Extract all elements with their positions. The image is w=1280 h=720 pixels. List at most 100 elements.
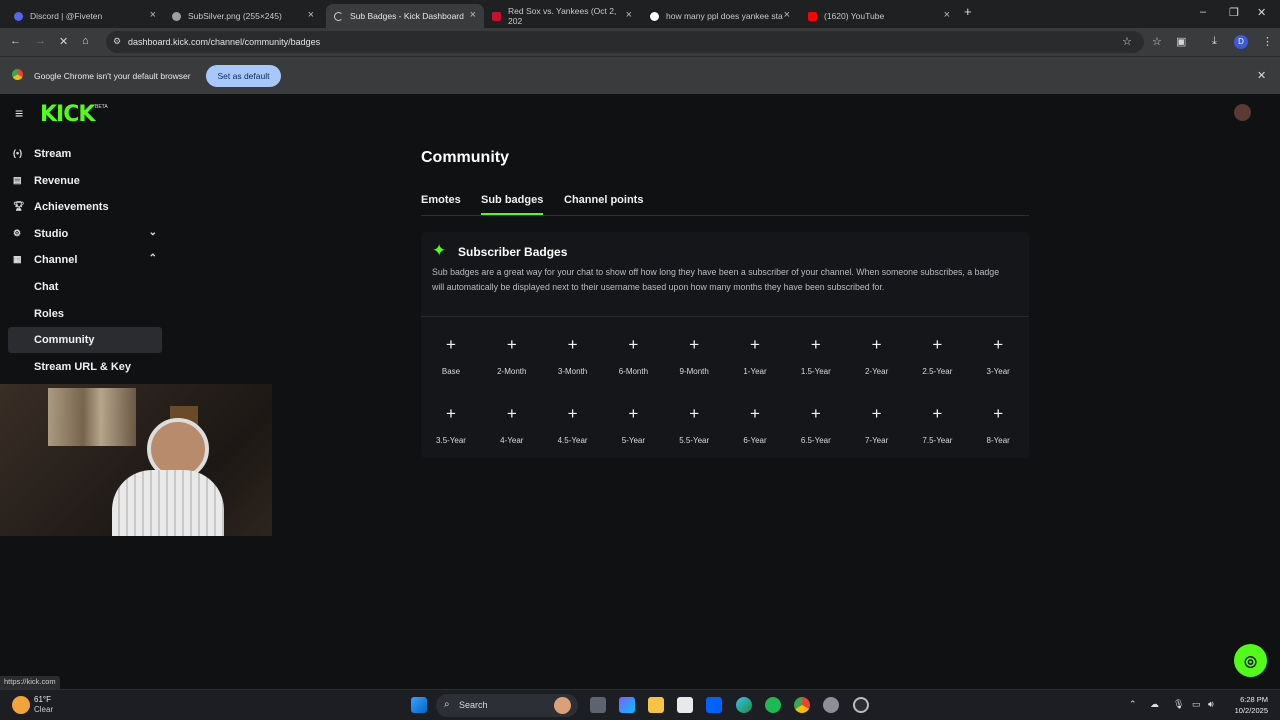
monitor-icon[interactable]: ▭ xyxy=(1192,699,1201,710)
onedrive-icon[interactable]: ☁ xyxy=(1150,699,1159,710)
close-window-icon[interactable]: ✕ xyxy=(1257,6,1266,19)
tab-title: Red Sox vs. Yankees (Oct 2, 202 xyxy=(508,6,617,26)
menu-dots-icon[interactable]: ⋮ xyxy=(1262,35,1273,48)
sidebar-item-stream-url-key[interactable]: Stream URL & Key xyxy=(8,354,162,380)
badge-label: 3-Month xyxy=(557,367,588,376)
copilot-icon[interactable] xyxy=(619,697,635,713)
sidebar-item-chat[interactable]: Chat xyxy=(8,274,162,300)
add-badge-button[interactable]: + xyxy=(859,398,895,430)
sidebar-item-stream[interactable]: (•) Stream xyxy=(8,141,162,167)
browser-tab[interactable]: SubSilver.png (255×245) × xyxy=(164,4,322,28)
add-badge-button[interactable]: + xyxy=(859,329,895,361)
browser-tab[interactable]: Red Sox vs. Yankees (Oct 2, 202 × xyxy=(484,4,640,28)
add-badge-button[interactable]: + xyxy=(676,329,712,361)
obs-icon[interactable] xyxy=(853,697,869,713)
set-as-default-button[interactable]: Set as default xyxy=(206,65,281,87)
badge-label: 6.5-Year xyxy=(800,436,831,445)
badge-slot: +7.5-Year xyxy=(909,398,965,445)
beta-tag: BETA xyxy=(95,104,108,110)
browser-tab-active[interactable]: Sub Badges - Kick Dashboard × xyxy=(326,4,484,28)
sidebar-item-studio[interactable]: ⚙ Studio ⌄ xyxy=(8,221,162,247)
sidebar-item-label: Channel xyxy=(34,254,78,266)
add-badge-button[interactable]: + xyxy=(798,398,834,430)
minimize-icon[interactable]: – xyxy=(1200,6,1206,18)
close-tab-icon[interactable]: × xyxy=(944,9,950,21)
add-badge-button[interactable]: + xyxy=(555,329,591,361)
badge-label: 4-Year xyxy=(500,436,524,445)
settings-icon[interactable] xyxy=(823,697,839,713)
add-badge-button[interactable]: + xyxy=(433,329,469,361)
browser-tab[interactable]: (1620) YouTube × xyxy=(800,4,958,28)
add-badge-button[interactable]: + xyxy=(615,329,651,361)
close-infobar-icon[interactable]: ✕ xyxy=(1257,69,1266,82)
edge-icon[interactable] xyxy=(736,697,752,713)
stop-icon[interactable]: ✕ xyxy=(59,35,68,48)
sidebar-item-channel[interactable]: ▦ Channel ⌃ xyxy=(8,247,162,273)
spotify-icon[interactable] xyxy=(765,697,781,713)
store-icon[interactable] xyxy=(677,697,693,713)
download-icon[interactable]: ⤓ xyxy=(1212,35,1217,48)
browser-tab-strip: Discord | @Fiveten × SubSilver.png (255×… xyxy=(0,0,1280,28)
sidebar-item-roles[interactable]: Roles xyxy=(8,301,162,327)
close-tab-icon[interactable]: × xyxy=(784,9,790,21)
clock-date[interactable]: 10/2/2025 xyxy=(1226,706,1268,715)
tray-chevron-icon[interactable]: ⌃ xyxy=(1129,699,1137,710)
kick-logo[interactable]: KICK xyxy=(40,102,95,127)
add-badge-button[interactable]: + xyxy=(919,398,955,430)
close-tab-icon[interactable]: × xyxy=(308,9,314,21)
windows-start-icon[interactable] xyxy=(411,697,427,713)
browser-tab[interactable]: Discord | @Fiveten × xyxy=(6,4,164,28)
close-tab-icon[interactable]: × xyxy=(150,9,156,21)
add-badge-button[interactable]: + xyxy=(615,398,651,430)
clock-time[interactable]: 6:28 PM xyxy=(1230,695,1268,704)
browser-tab[interactable]: how many ppl does yankee sta × xyxy=(642,4,798,28)
add-badge-button[interactable]: + xyxy=(433,398,469,430)
add-badge-button[interactable]: + xyxy=(494,398,530,430)
taskbar-search[interactable]: ⌕ Search xyxy=(436,694,578,717)
add-badge-button[interactable]: + xyxy=(737,329,773,361)
restore-icon[interactable]: ❐ xyxy=(1229,6,1239,19)
help-chat-button[interactable]: ◎ xyxy=(1234,644,1267,677)
broadcast-icon: (•) xyxy=(13,148,23,158)
file-explorer-icon[interactable] xyxy=(648,697,664,713)
mic-icon[interactable]: 🎙︎ xyxy=(1173,699,1184,710)
back-icon[interactable]: ← xyxy=(10,35,21,47)
tab-emotes[interactable]: Emotes xyxy=(421,194,461,206)
address-bar[interactable]: ⚙ dashboard.kick.com/channel/community/b… xyxy=(106,31,1144,53)
default-browser-infobar: Google Chrome isn't your default browser… xyxy=(0,56,1280,94)
user-avatar[interactable] xyxy=(1234,104,1251,121)
home-icon[interactable]: ⌂ xyxy=(82,35,89,47)
hamburger-menu-icon[interactable]: ≡ xyxy=(15,105,23,121)
extensions-icon[interactable]: ☆ xyxy=(1152,35,1162,48)
profile-avatar[interactable]: D xyxy=(1234,35,1248,49)
badge-slot: +5-Year xyxy=(605,398,661,445)
add-badge-button[interactable]: + xyxy=(555,398,591,430)
add-badge-button[interactable]: + xyxy=(494,329,530,361)
sidebar-item-community[interactable]: Community xyxy=(8,327,162,353)
site-info-icon[interactable]: ⚙ xyxy=(113,36,121,47)
add-badge-button[interactable]: + xyxy=(676,398,712,430)
badge-slot: +6-Year xyxy=(727,398,783,445)
sparkle-icon: ✦ xyxy=(432,241,447,260)
add-badge-button[interactable]: + xyxy=(919,329,955,361)
add-badge-button[interactable]: + xyxy=(980,329,1016,361)
tab-groups-icon[interactable]: ▣ xyxy=(1176,35,1186,48)
volume-icon[interactable]: 🔊︎ xyxy=(1208,699,1214,710)
weather-icon[interactable] xyxy=(12,696,30,714)
tab-sub-badges[interactable]: Sub badges xyxy=(481,194,543,206)
sidebar-item-achievements[interactable]: 🏆︎ Achievements xyxy=(8,194,162,220)
forward-icon[interactable]: → xyxy=(35,35,46,47)
chrome-taskbar-icon[interactable] xyxy=(794,697,810,713)
task-view-icon[interactable] xyxy=(590,697,606,713)
add-badge-button[interactable]: + xyxy=(737,398,773,430)
dropbox-icon[interactable] xyxy=(706,697,722,713)
sidebar-item-revenue[interactable]: ▤ Revenue xyxy=(8,168,162,194)
new-tab-icon[interactable]: + xyxy=(964,4,972,19)
bookmark-star-icon[interactable]: ☆ xyxy=(1122,35,1132,48)
tab-channel-points[interactable]: Channel points xyxy=(564,194,643,206)
add-badge-button[interactable]: + xyxy=(980,398,1016,430)
close-tab-icon[interactable]: × xyxy=(626,9,632,21)
google-icon xyxy=(650,11,659,21)
close-tab-icon[interactable]: × xyxy=(470,9,476,21)
add-badge-button[interactable]: + xyxy=(798,329,834,361)
